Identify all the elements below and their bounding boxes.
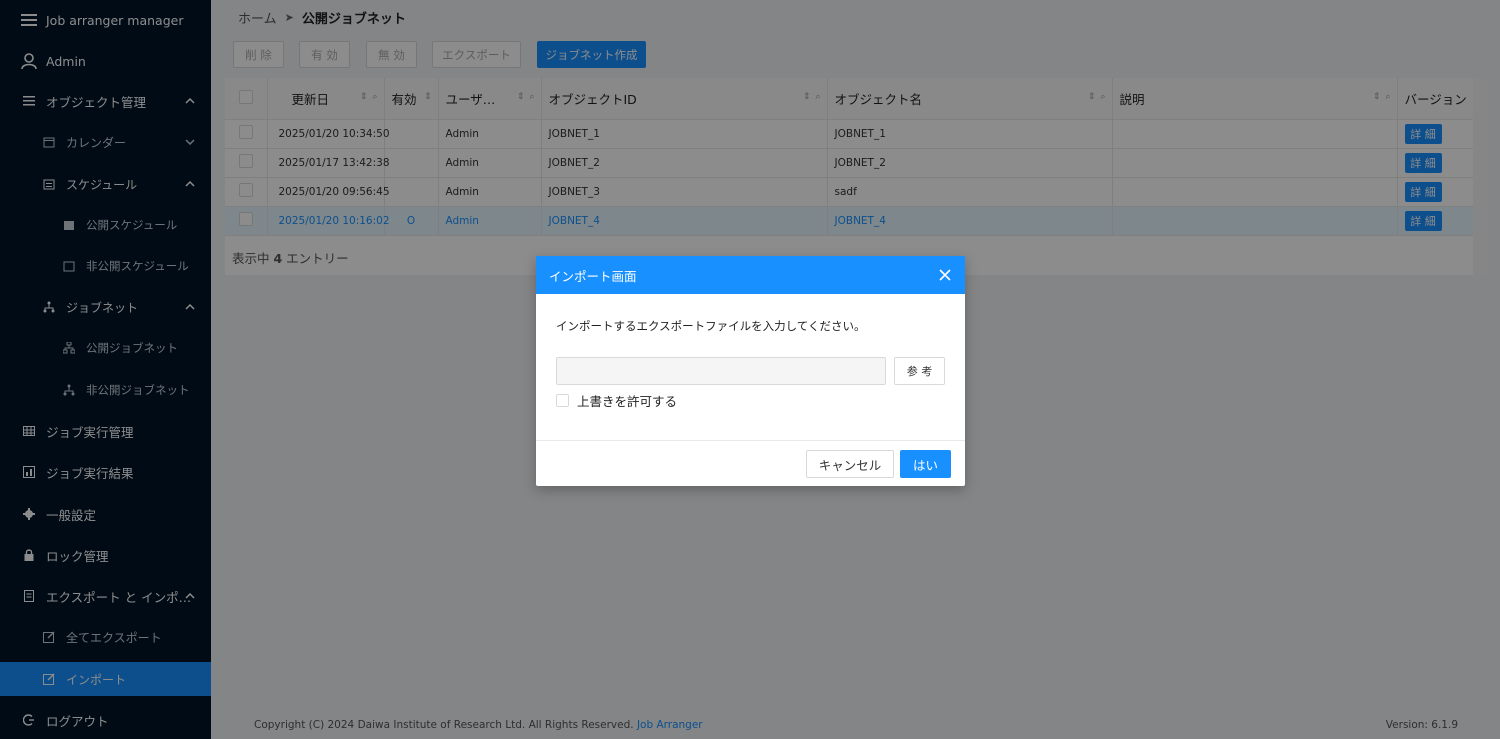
dialog-footer: キャンセル はい	[536, 440, 965, 486]
file-path-input[interactable]	[556, 357, 886, 385]
browse-button[interactable]: 参 考	[894, 357, 945, 385]
cancel-button[interactable]: キャンセル	[806, 450, 894, 478]
overwrite-option[interactable]: 上書きを許可する	[556, 391, 677, 410]
overwrite-checkbox[interactable]	[556, 394, 569, 407]
close-icon[interactable]	[937, 267, 953, 283]
ok-button[interactable]: はい	[900, 450, 951, 478]
dialog-message: インポートするエクスポートファイルを入力してください。	[556, 319, 866, 333]
dialog-title: インポート画面	[549, 268, 637, 284]
dialog-header: インポート画面	[536, 256, 965, 294]
import-dialog: インポート画面 インポートするエクスポートファイルを入力してください。 参 考 …	[536, 256, 965, 486]
overwrite-label: 上書きを許可する	[577, 394, 678, 409]
